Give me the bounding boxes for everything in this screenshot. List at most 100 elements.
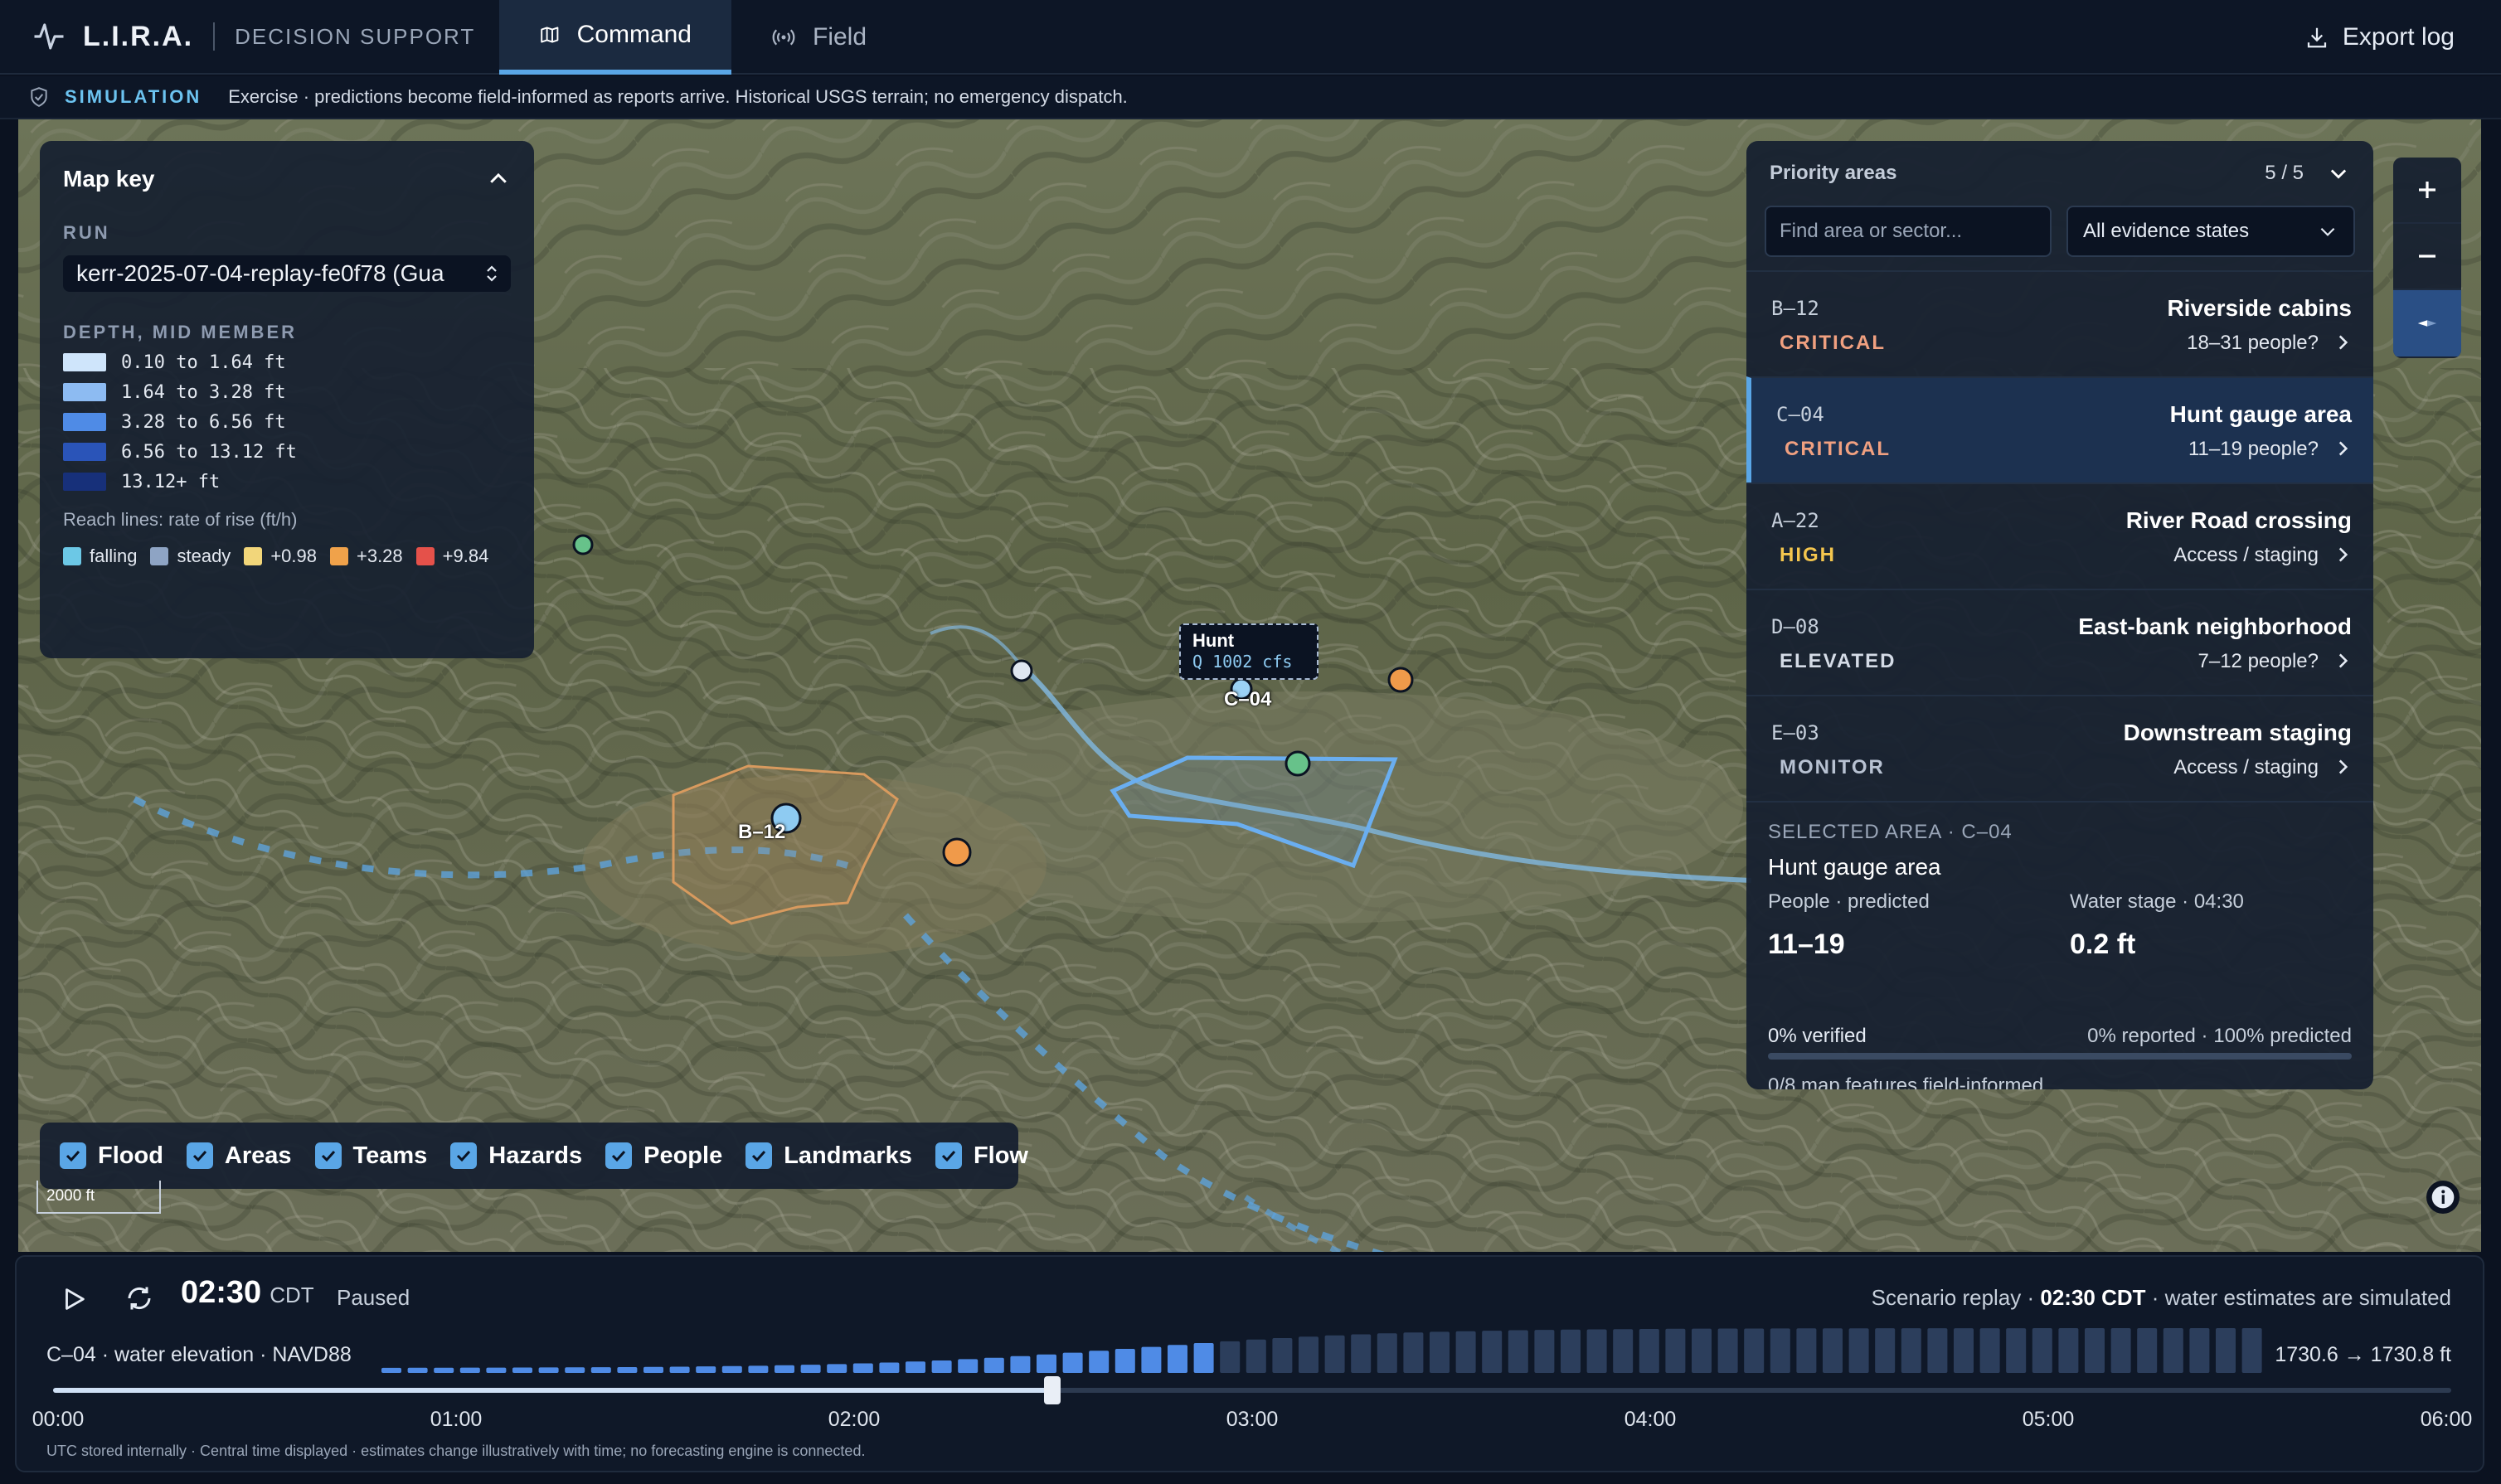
elevation-bar — [1770, 1328, 1790, 1373]
selected-area-summary: SELECTED AREA · C–04 Hunt gauge area Peo… — [1746, 801, 2373, 1089]
elevation-bar — [512, 1367, 532, 1373]
depth-legend-item: 6.56 to 13.12 ft — [63, 441, 511, 463]
compass-button[interactable] — [2393, 290, 2461, 356]
elevation-bar — [590, 1367, 611, 1373]
checkbox-checked-icon[interactable] — [314, 1142, 342, 1169]
severity-badge: MONITOR — [1780, 756, 1885, 778]
depth-legend-item: 13.12+ ft — [63, 471, 511, 492]
area-search-input[interactable] — [1765, 206, 2052, 257]
evidence-state-select[interactable]: All evidence states — [2066, 206, 2355, 257]
elevation-bar — [1193, 1342, 1214, 1373]
gauge-tooltip-title: Hunt — [1192, 630, 1235, 651]
scenario-time: 02:30 CDT — [2040, 1285, 2146, 1310]
checkbox-checked-icon[interactable] — [186, 1142, 213, 1169]
timeline-note: UTC stored internally · Central time dis… — [46, 1443, 866, 1459]
layer-toggle-areas[interactable]: Areas — [186, 1142, 292, 1170]
reach-swatch — [244, 547, 263, 565]
layer-toggle-flood[interactable]: Flood — [60, 1142, 163, 1170]
priority-filters: All evidence states — [1746, 206, 2373, 259]
tab-field[interactable]: Field — [731, 0, 906, 75]
priority-count-toggle[interactable]: 5 / 5 — [2265, 162, 2350, 185]
checkbox-checked-icon[interactable] — [450, 1142, 478, 1169]
elevation-bar — [407, 1367, 428, 1373]
elevation-bar — [1534, 1330, 1555, 1373]
elevation-bar — [1927, 1328, 1948, 1373]
layer-toggle-hazards[interactable]: Hazards — [450, 1142, 582, 1170]
layer-toggle-flow[interactable]: Flow — [935, 1142, 1028, 1170]
export-log-button[interactable]: Export log — [2304, 18, 2455, 56]
layer-toggle-teams[interactable]: Teams — [314, 1142, 428, 1170]
layer-toggle-landmarks[interactable]: Landmarks — [745, 1142, 912, 1170]
layer-label: Hazards — [488, 1142, 583, 1169]
scenario-info: Scenario replay · 02:30 CDT · water esti… — [1872, 1285, 2451, 1311]
elevation-bar — [1979, 1328, 2000, 1373]
priority-area-item[interactable]: C–04 CRITICAL Hunt gauge area 11–19 people? — [1746, 376, 2373, 483]
elevation-bar — [879, 1362, 900, 1373]
elevation-bar — [775, 1365, 794, 1373]
severity-badge: ELEVATED — [1780, 650, 1896, 672]
checkbox-checked-icon[interactable] — [745, 1142, 773, 1169]
radio-icon — [772, 29, 795, 46]
elevation-bar — [1717, 1328, 1738, 1373]
run-select[interactable]: kerr-2025-07-04-replay-fe0f78 (Gua — [63, 255, 511, 292]
priority-area-item[interactable]: A–22 HIGH River Road crossing Access / stag… — [1746, 483, 2373, 589]
layer-toggle-people[interactable]: People — [605, 1142, 722, 1170]
priority-header: Priority areas 5 / 5 — [1746, 141, 2373, 206]
timeline-slider[interactable] — [53, 1376, 2451, 1404]
people-predicted: People · predicted 11–19 — [1768, 890, 1930, 961]
plus-icon — [2419, 182, 2435, 198]
elevation-bar — [565, 1367, 585, 1373]
area-id: D–08 — [1771, 615, 1819, 638]
brand: L.I.R.A. DECISION SUPPORT — [32, 17, 475, 56]
area-detail: 18–31 people? — [2187, 332, 2319, 354]
map-key-panel: Map key RUN kerr-2025-07-04-replay-fe0f7… — [40, 141, 534, 658]
chevron-up-icon[interactable] — [486, 167, 511, 192]
app-subtitle: DECISION SUPPORT — [235, 23, 476, 49]
play-icon[interactable] — [60, 1285, 88, 1313]
reach-swatch — [63, 547, 81, 565]
layer-label: Teams — [352, 1142, 428, 1169]
reach-swatch — [150, 547, 169, 565]
elevation-bar — [1430, 1331, 1450, 1373]
info-button[interactable] — [2426, 1181, 2460, 1214]
timeline-tick: 01:00 — [430, 1408, 483, 1431]
reach-legend-label: +0.98 — [270, 546, 317, 566]
area-name: Riverside cabins — [2167, 295, 2352, 321]
checkbox-checked-icon[interactable] — [935, 1142, 962, 1169]
elevation-bar — [643, 1366, 663, 1373]
priority-areas-panel: Priority areas 5 / 5 All evidence states… — [1746, 141, 2373, 1089]
elevation-bar — [1089, 1351, 1110, 1373]
priority-area-item[interactable]: E–03 MONITOR Downstream staging Access / st… — [1746, 695, 2373, 801]
elevation-bar — [434, 1367, 454, 1373]
area-id: C–04 — [1776, 403, 1824, 426]
checkbox-checked-icon[interactable] — [60, 1142, 86, 1169]
area-label-c04: C–04 — [1224, 688, 1272, 710]
run-label: RUN — [63, 222, 110, 243]
current-time: 02:30 CDT — [181, 1275, 314, 1311]
reach-legend-label: +3.28 — [356, 546, 403, 566]
zoom-out-button[interactable] — [2393, 224, 2461, 290]
timeline-tick: 03:00 — [1226, 1408, 1279, 1431]
elevation-bar — [538, 1367, 559, 1373]
map-key-header[interactable]: Map key — [63, 166, 511, 192]
area-detail: Access / staging — [2173, 544, 2319, 566]
elevation-bar — [983, 1357, 1004, 1373]
elevation-bar — [1665, 1328, 1686, 1373]
reach-swatch — [415, 547, 435, 565]
timeline-progress — [53, 1388, 1053, 1393]
elevation-bar — [1692, 1328, 1712, 1373]
checkbox-checked-icon[interactable] — [605, 1142, 633, 1169]
elevation-bar — [1299, 1336, 1318, 1373]
chevron-right-icon — [2338, 335, 2348, 350]
replay-icon[interactable] — [124, 1283, 154, 1313]
priority-area-item[interactable]: D–08 ELEVATED East-bank neighborhood 7–12 p… — [1746, 589, 2373, 695]
elevation-bar — [2241, 1328, 2262, 1373]
tab-command[interactable]: Command — [499, 0, 731, 75]
run-select-value: kerr-2025-07-04-replay-fe0f78 (Gua — [76, 260, 444, 286]
elevation-bar — [2163, 1328, 2183, 1373]
chevron-down-icon — [2330, 169, 2347, 179]
area-id: A–22 — [1771, 509, 1819, 532]
timeline-thumb[interactable] — [1044, 1376, 1061, 1404]
zoom-in-button[interactable] — [2393, 158, 2461, 224]
priority-area-item[interactable]: B–12 CRITICAL Riverside cabins 18–31 people… — [1746, 270, 2373, 376]
